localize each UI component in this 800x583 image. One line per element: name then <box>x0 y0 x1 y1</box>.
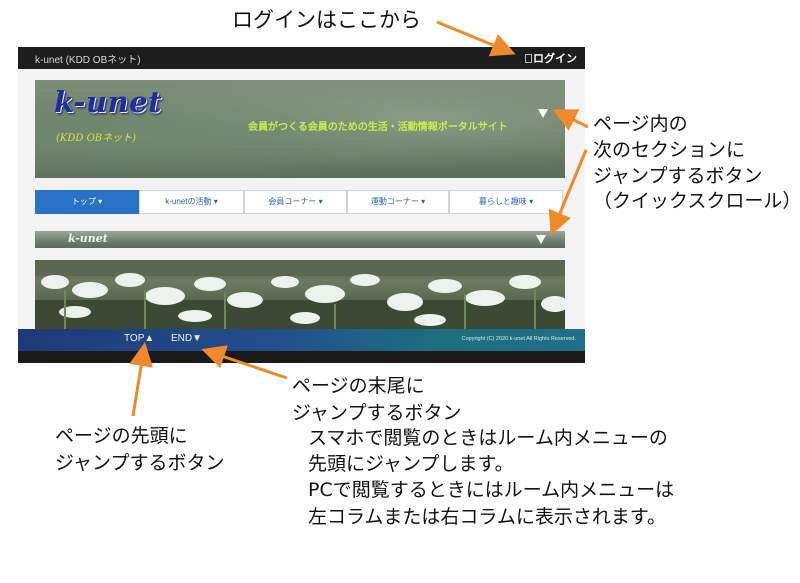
arrow-to-end-icon <box>201 345 288 380</box>
arrow-to-quick-scroll-2-icon <box>548 149 588 236</box>
arrow-to-quick-scroll-1-icon <box>552 109 589 131</box>
arrow-to-login-icon <box>436 20 516 57</box>
pointer-arrows <box>129 20 589 417</box>
arrow-to-top-icon <box>129 342 153 417</box>
